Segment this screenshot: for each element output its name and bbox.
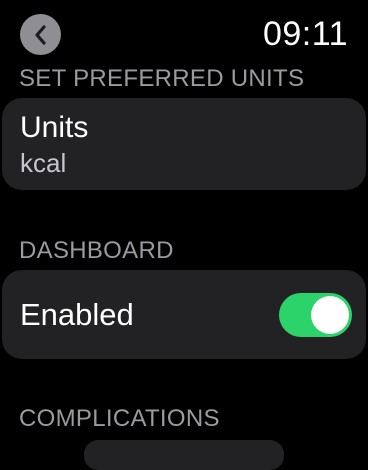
chevron-left-icon [34,24,46,45]
section-header-dashboard: DASHBOARD [19,237,174,264]
section-header-units: SET PREFERRED UNITS [19,65,305,92]
complications-row[interactable] [84,440,284,470]
units-value: kcal [20,148,67,178]
toggle-knob [311,296,349,334]
units-title: Units [20,111,89,144]
enabled-label: Enabled [20,297,134,332]
units-row[interactable]: Units kcal [2,98,366,190]
dashboard-toggle[interactable] [279,293,352,337]
dashboard-enabled-row[interactable]: Enabled [2,270,366,359]
back-button[interactable] [20,14,61,55]
section-header-complications: COMPLICATIONS [19,405,220,432]
clock-time: 09:11 [262,15,348,53]
